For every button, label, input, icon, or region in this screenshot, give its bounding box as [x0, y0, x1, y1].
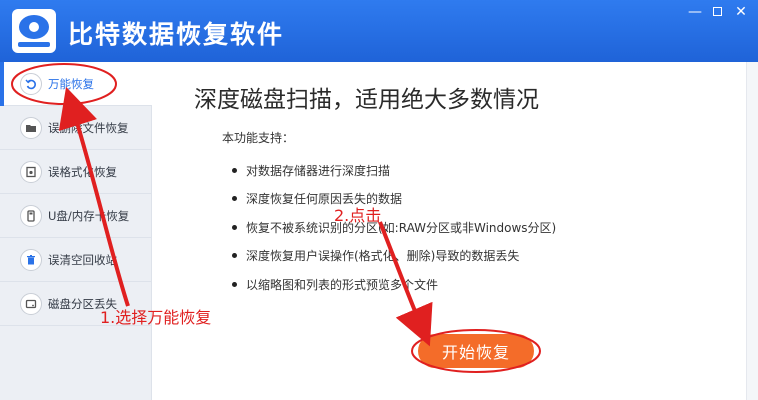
hard-disk-icon: [20, 292, 42, 315]
maximize-icon: [712, 7, 722, 16]
bullet-icon: [232, 224, 237, 230]
sidebar-item-label: 误删除文件恢复: [48, 120, 129, 135]
list-item: 对数据存储器进行深度扫描: [232, 156, 556, 185]
sidebar-item-label: U盘/内存卡恢复: [48, 208, 130, 223]
usb-drive-icon: [20, 204, 42, 227]
start-recovery-button[interactable]: 开始恢复: [418, 334, 534, 368]
sidebar: 万能恢复 误删除文件恢复 误格式化恢复 U盘/内存卡恢复 误清空回收站 磁盘分区…: [0, 62, 152, 400]
feature-heading: 本功能支持：: [222, 131, 295, 145]
trash-icon: [20, 248, 42, 271]
list-item: 恢复不被系统识别的分区(如:RAW分区或非Windows分区): [232, 213, 556, 242]
app-logo-icon: [12, 9, 56, 53]
annotation-step1: 1.选择万能恢复: [100, 308, 212, 327]
app-title: 比特数据恢复软件: [68, 20, 285, 49]
sidebar-item-label: 误格式化恢复: [48, 164, 117, 179]
close-button[interactable]: ✕: [730, 2, 752, 22]
sidebar-item-label: 误清空回收站: [48, 252, 117, 267]
bullet-icon: [232, 167, 237, 173]
maximize-button[interactable]: [706, 2, 728, 22]
annotation-step2: 2.点击: [334, 206, 382, 225]
sidebar-item-label: 万能恢复: [48, 76, 94, 91]
list-item: 以缩略图和列表的形式预览多个文件: [232, 270, 556, 299]
undo-icon: [20, 72, 42, 95]
minimize-button[interactable]: —: [684, 2, 706, 22]
list-item: 深度恢复用户误操作(格式化、删除)导致的数据丢失: [232, 242, 556, 271]
title-bar: 比特数据恢复软件 — ✕: [0, 0, 758, 62]
list-item: 深度恢复任何原因丢失的数据: [232, 185, 556, 214]
scrollbar[interactable]: [746, 62, 758, 400]
feature-list: 对数据存储器进行深度扫描 深度恢复任何原因丢失的数据 恢复不被系统识别的分区(如…: [232, 156, 556, 299]
sidebar-item-deleted-file-recovery[interactable]: 误删除文件恢复: [0, 106, 152, 150]
format-disk-icon: [20, 160, 42, 183]
bullet-icon: [232, 281, 237, 287]
bullet-icon: [232, 253, 237, 259]
page-title: 深度磁盘扫描，适用绝大多数情况: [194, 87, 539, 113]
sidebar-item-recycle-bin-recovery[interactable]: 误清空回收站: [0, 238, 152, 282]
sidebar-item-format-recovery[interactable]: 误格式化恢复: [0, 150, 152, 194]
sidebar-item-universal-recovery[interactable]: 万能恢复: [0, 62, 152, 106]
folder-icon: [20, 116, 42, 139]
sidebar-item-usb-card-recovery[interactable]: U盘/内存卡恢复: [0, 194, 152, 238]
bullet-icon: [232, 196, 237, 202]
